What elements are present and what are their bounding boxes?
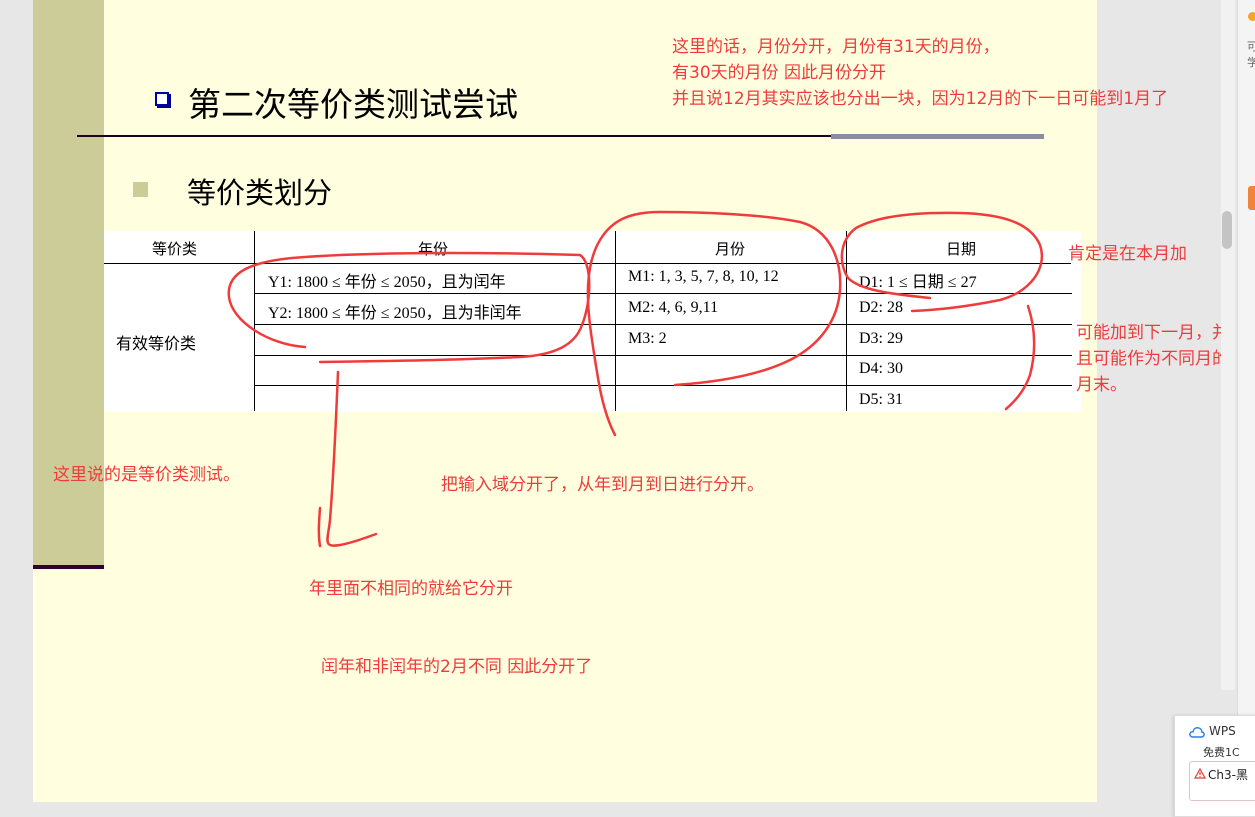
annotation-next-month-2: 且可能作为不同月的 xyxy=(1076,349,1229,369)
warning-icon xyxy=(1194,768,1206,779)
annotation-month-add: 肯定是在本月加 xyxy=(1068,244,1187,264)
ink-arrow-year-head xyxy=(317,506,322,548)
annotation-year-split: 年里面不相同的就给它分开 xyxy=(309,579,513,599)
notification-dot-icon xyxy=(1248,12,1255,21)
ink-arrow-year xyxy=(326,370,378,547)
cloud-icon xyxy=(1189,727,1205,738)
annotation-equivalence-test: 这里说的是等价类测试。 xyxy=(53,465,240,485)
side-panel-text-2: 学 xyxy=(1247,56,1255,69)
ink-bracket-day xyxy=(1004,304,1036,411)
document-item[interactable]: Ch3-黑 xyxy=(1189,761,1255,801)
annotation-split-domain: 把输入域分开了，从年到月到日进行分开。 xyxy=(441,475,764,495)
annotation-top-right-3: 并且说12月其实应该也分出一块，因为12月的下一日可能到1月了 xyxy=(672,89,1169,109)
ink-circle-day xyxy=(840,211,1044,313)
annotation-next-month-3: 月末。 xyxy=(1076,375,1127,395)
ink-annotations xyxy=(227,210,1044,548)
side-panel-tab[interactable] xyxy=(1248,186,1255,210)
wps-label: WPS xyxy=(1209,724,1236,738)
annotation-top-right-2: 有30天的月份 因此月份分开 xyxy=(672,63,887,83)
annotation-leap-year: 闰年和非闰年的2月不同 因此分开了 xyxy=(321,657,593,677)
side-panel-text-1: 可 xyxy=(1247,40,1255,53)
document-name: Ch3-黑 xyxy=(1208,768,1248,782)
scrollbar-thumb[interactable] xyxy=(1222,211,1232,249)
annotation-next-month-1: 可能加到下一月，并 xyxy=(1076,323,1229,343)
wps-cloud-row[interactable]: WPS xyxy=(1189,724,1236,738)
side-panel xyxy=(1237,0,1255,802)
ink-circle-month xyxy=(586,210,842,437)
document-subtext: 免费1C xyxy=(1203,746,1240,759)
ink-circle-year xyxy=(227,251,591,364)
annotation-top-right-1: 这里的话，月份分开，月份有31天的月份， xyxy=(672,37,1000,57)
vertical-scrollbar[interactable] xyxy=(1221,0,1235,690)
